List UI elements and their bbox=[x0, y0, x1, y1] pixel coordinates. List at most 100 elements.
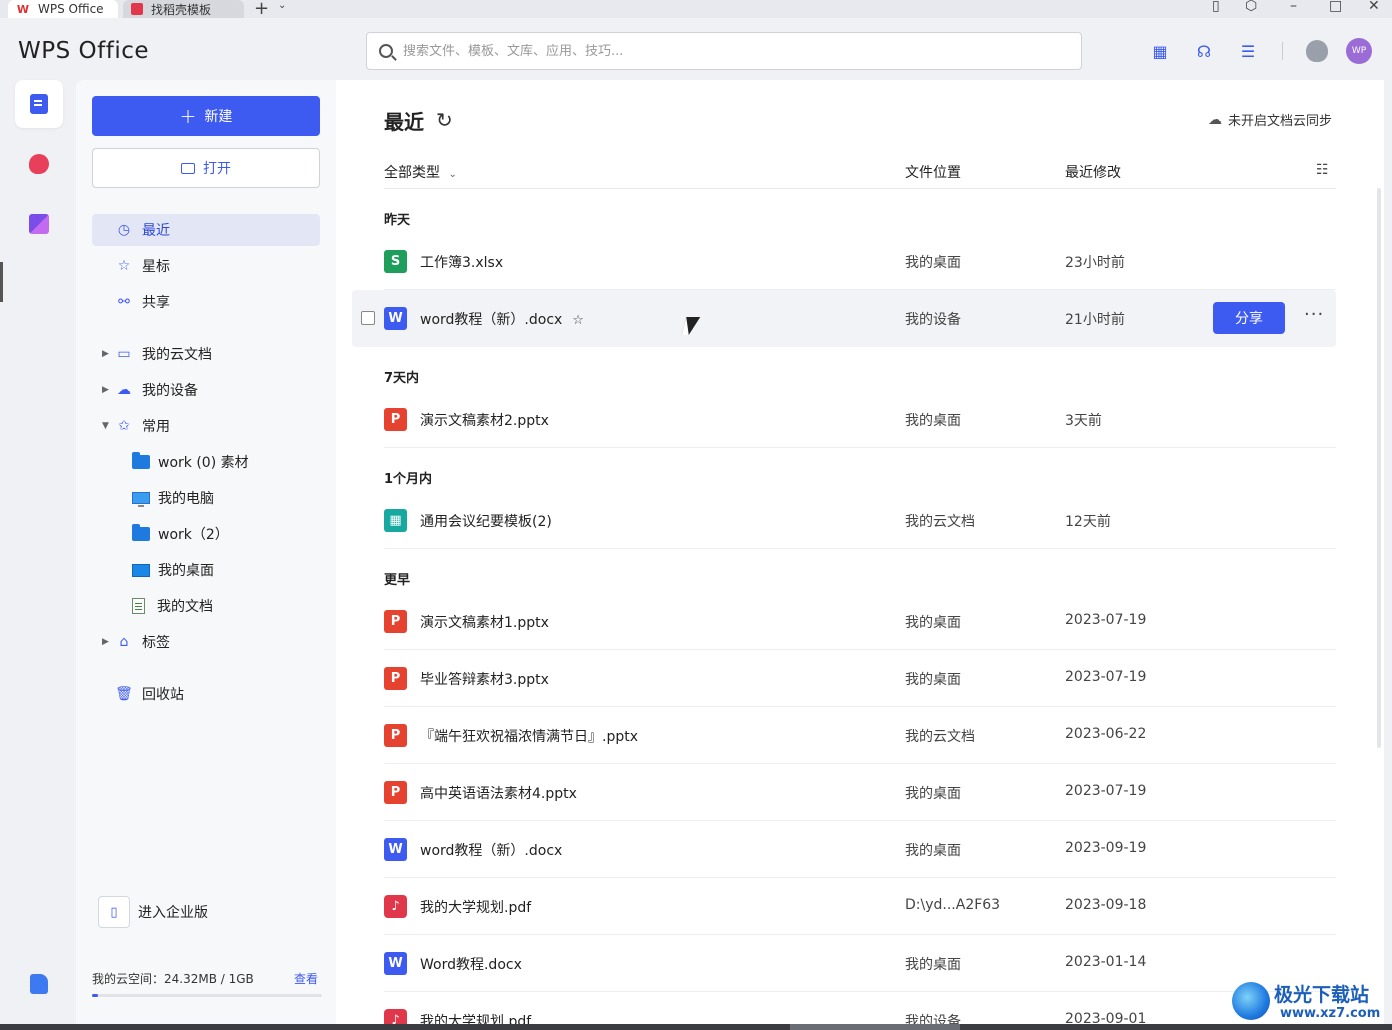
presentation-icon: P bbox=[384, 724, 407, 747]
caret-right-icon[interactable]: ▶ bbox=[102, 385, 109, 395]
caret-right-icon[interactable]: ▶ bbox=[102, 349, 109, 359]
open-button[interactable]: 打开 bbox=[92, 148, 320, 188]
frequent-item-work-2[interactable]: work（2） bbox=[132, 518, 229, 550]
file-name-with-star: word教程（新）.docx ☆ bbox=[420, 309, 584, 329]
cloud-view-link[interactable]: 查看 bbox=[294, 970, 318, 987]
presentation-icon: P bbox=[384, 781, 407, 804]
maximize-icon[interactable]: □ bbox=[1329, 0, 1342, 14]
folder-open-icon bbox=[181, 162, 195, 174]
cloud-quota-fill bbox=[92, 994, 98, 997]
caret-down-icon[interactable]: ▼ bbox=[102, 421, 109, 431]
file-name: 演示文稿素材2.pptx bbox=[420, 413, 549, 429]
file-row[interactable]: P 毕业答辩素材3.pptx 我的桌面 2023-07-19 bbox=[384, 650, 1336, 707]
sidebar-item-label: 共享 bbox=[142, 295, 170, 311]
apps-grid-icon[interactable]: ▦ bbox=[1150, 41, 1170, 61]
vertical-scrollbar[interactable] bbox=[1377, 188, 1381, 748]
column-header-location: 文件位置 bbox=[905, 165, 961, 181]
tab-list-chevron-down-icon[interactable]: ⌄ bbox=[278, 0, 286, 11]
more-options-icon[interactable]: ··· bbox=[1304, 304, 1324, 325]
watermark-globe-icon bbox=[1232, 982, 1270, 1020]
file-row[interactable]: P 演示文稿素材1.pptx 我的桌面 2023-07-19 bbox=[384, 593, 1336, 650]
sidebar-item-label: 常用 bbox=[142, 419, 170, 435]
file-name: word教程（新）.docx bbox=[420, 312, 563, 328]
minimize-icon[interactable]: – bbox=[1290, 0, 1297, 14]
tab-docer-templates[interactable]: 找稻壳模板 bbox=[123, 0, 244, 18]
sidebar-item-frequent[interactable]: ▼ ✩ 常用 bbox=[92, 410, 320, 442]
file-name: 我的大学规划.pdf bbox=[420, 900, 532, 916]
menu-icon[interactable]: ☰ bbox=[1238, 41, 1258, 61]
rail-cloud[interactable] bbox=[15, 960, 63, 1008]
cloud-sync-status[interactable]: ☁ 未开启文档云同步 bbox=[1207, 110, 1332, 130]
frequent-item-my-computer[interactable]: 我的电脑 bbox=[132, 482, 214, 514]
file-row-hovered[interactable]: W word教程（新）.docx ☆ 我的设备 21小时前 分享 ··· bbox=[352, 290, 1336, 347]
new-tab-plus-icon[interactable]: + bbox=[254, 0, 269, 19]
window-layout-icon[interactable]: ▯ bbox=[1212, 0, 1220, 14]
star-icon[interactable]: ☆ bbox=[572, 313, 584, 328]
cube-icon[interactable]: ⬡ bbox=[1245, 0, 1257, 14]
folder-icon: ▭ bbox=[117, 346, 131, 362]
refresh-icon[interactable]: ↻ bbox=[436, 108, 453, 132]
frequent-item-my-desktop[interactable]: 我的桌面 bbox=[132, 554, 214, 586]
word-doc-icon: W bbox=[384, 307, 407, 330]
close-icon[interactable]: ✕ bbox=[1368, 0, 1380, 14]
sidebar-item-starred[interactable]: ☆ 星标 bbox=[92, 250, 320, 282]
file-row[interactable]: ▦ 通用会议纪要模板(2) 我的云文档 12天前 bbox=[384, 492, 1336, 549]
search-box[interactable] bbox=[366, 32, 1082, 70]
rail-pen[interactable] bbox=[15, 140, 63, 188]
file-location: 我的云文档 bbox=[905, 729, 975, 745]
sidebar-item-shared[interactable]: ⚯ 共享 bbox=[92, 286, 320, 318]
file-row[interactable]: P 高中英语语法素材4.pptx 我的桌面 2023-07-19 bbox=[384, 764, 1336, 821]
file-row[interactable]: S 工作簿3.xlsx 我的桌面 23小时前 bbox=[384, 233, 1336, 290]
watermark-title: 极光下载站 bbox=[1274, 984, 1370, 1006]
sidebar-item-trash[interactable]: 🗑 回收站 bbox=[92, 678, 320, 710]
frequent-item-my-documents[interactable]: 我的文档 bbox=[132, 590, 213, 622]
sidebar-item-tags[interactable]: ▶ ⌂ 标签 bbox=[92, 626, 320, 658]
file-row[interactable]: W Word教程.docx 我的桌面 2023-01-14 bbox=[384, 935, 1336, 992]
share-button[interactable]: 分享 bbox=[1213, 302, 1285, 334]
divider bbox=[1282, 42, 1283, 60]
new-button[interactable]: + 新建 bbox=[92, 96, 320, 136]
file-name: Word教程.docx bbox=[420, 957, 522, 973]
group-header-7-days: 7天内 bbox=[384, 371, 420, 386]
group-header-earlier: 更早 bbox=[384, 573, 411, 588]
file-row[interactable]: P 『端午狂欢祝福浓情满节日』.pptx 我的云文档 2023-06-22 bbox=[384, 707, 1336, 764]
clock-icon: ◷ bbox=[117, 222, 131, 238]
avatar[interactable]: WP bbox=[1346, 38, 1372, 64]
sidebar-item-my-devices[interactable]: ▶ ☁ 我的设备 bbox=[92, 374, 320, 406]
rail-documents[interactable] bbox=[15, 80, 63, 128]
frequent-item-work-materials[interactable]: work (0) 素材 bbox=[132, 446, 249, 478]
headset-icon[interactable]: ☊ bbox=[1194, 41, 1214, 61]
type-filter-label: 全部类型 bbox=[384, 165, 440, 181]
list-settings-icon[interactable]: ☷ bbox=[1316, 162, 1329, 178]
file-name: 毕业答辩素材3.pptx bbox=[420, 672, 549, 688]
search-input[interactable] bbox=[403, 43, 1043, 59]
tab-wps-office[interactable]: W WPS Office bbox=[8, 0, 118, 18]
computer-icon bbox=[132, 492, 150, 507]
sidebar-item-label: 我的设备 bbox=[142, 383, 198, 399]
file-row[interactable]: W word教程（新）.docx 我的桌面 2023-09-19 bbox=[384, 821, 1336, 878]
file-row[interactable]: ♪ 我的大学规划.pdf 我的设备 2023-09-01 bbox=[384, 992, 1336, 1024]
sidebar-item-recent[interactable]: ◷ 最近 bbox=[92, 214, 320, 246]
new-button-label: 新建 bbox=[204, 109, 233, 125]
file-row[interactable]: ♪ 我的大学规划.pdf D:\yd...A2F63 2023-09-18 bbox=[384, 878, 1336, 935]
cloud-off-icon: ☁ bbox=[1207, 111, 1222, 128]
document-icon bbox=[30, 94, 48, 114]
caret-right-icon[interactable]: ▶ bbox=[102, 637, 109, 647]
type-filter-dropdown[interactable]: 全部类型 ⌄ bbox=[384, 162, 457, 182]
sidebar-item-label: 星标 bbox=[142, 259, 170, 275]
tab-label: WPS Office bbox=[38, 2, 104, 16]
column-header-modified[interactable]: 最近修改 bbox=[1065, 162, 1121, 182]
enterprise-entry[interactable]: ▯ 进入企业版 bbox=[98, 896, 208, 928]
sidebar-item-cloud-docs[interactable]: ▶ ▭ 我的云文档 bbox=[92, 338, 320, 370]
main-panel: 最近 ↻ ☁ 未开启文档云同步 全部类型 ⌄ 文件位置 最近修改 ☷ 昨天 S … bbox=[336, 80, 1384, 1024]
file-modified: 23小时前 bbox=[1065, 255, 1125, 271]
file-row[interactable]: P 演示文稿素材2.pptx 我的桌面 3天前 bbox=[384, 391, 1336, 448]
shield-icon[interactable] bbox=[1306, 40, 1328, 62]
file-location: 我的桌面 bbox=[905, 786, 961, 802]
file-name: 『端午狂欢祝福浓情满节日』.pptx bbox=[420, 729, 638, 745]
share-icon: ⚯ bbox=[118, 294, 130, 310]
row-checkbox[interactable] bbox=[361, 311, 375, 325]
horizontal-scrollbar[interactable] bbox=[0, 1024, 1392, 1030]
scrollbar-thumb[interactable] bbox=[790, 1024, 960, 1030]
rail-apps[interactable] bbox=[15, 200, 63, 248]
